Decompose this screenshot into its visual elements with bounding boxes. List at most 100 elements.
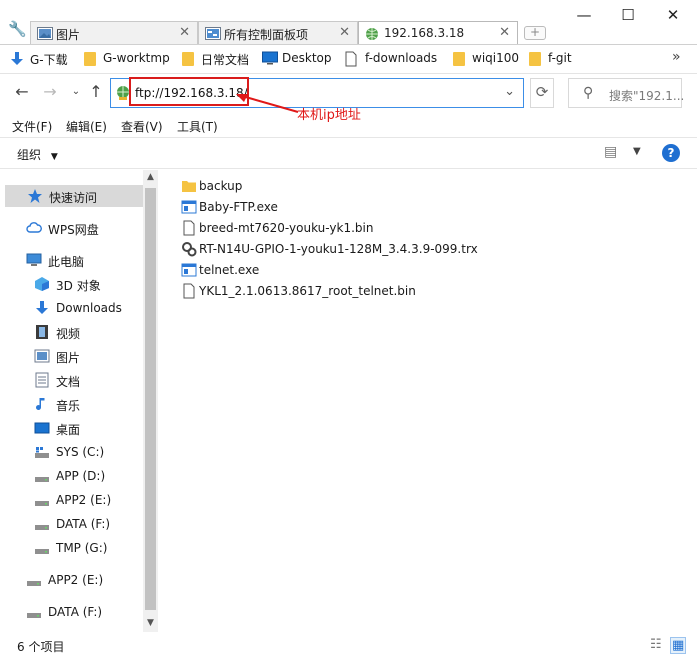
- nav-label: 视频: [56, 327, 81, 341]
- nav-label: WPS网盘: [48, 223, 99, 237]
- tab-control-panel[interactable]: 所有控制面板项 ✕: [198, 21, 358, 44]
- back-button[interactable]: ←: [12, 82, 32, 101]
- chevron-down-icon: ▼: [50, 152, 58, 162]
- nav-quick-access[interactable]: 快速访问: [5, 185, 143, 207]
- file-icon: [181, 283, 197, 299]
- bookmark-g-worktmp[interactable]: G-worktmp: [83, 51, 170, 67]
- file-name: RT-N14U-GPIO-1-youku1-128M_3.4.3.9-099.t…: [199, 242, 478, 256]
- computer-icon: [26, 252, 42, 268]
- nav-label: APP2 (E:): [48, 573, 104, 587]
- cube-3d-icon: [34, 276, 50, 292]
- wrench-icon[interactable]: 🔧: [8, 20, 27, 38]
- menu-tools[interactable]: 工具(T): [177, 118, 218, 135]
- bookmark-g-download[interactable]: G-下载: [10, 51, 68, 67]
- view-options-icon[interactable]: ▤: [604, 144, 617, 160]
- up-button[interactable]: ↑: [86, 82, 106, 101]
- details-view-icon[interactable]: ☷: [650, 637, 662, 652]
- scrollbar-thumb[interactable]: [145, 188, 156, 610]
- tab-close-icon[interactable]: ✕: [339, 25, 350, 40]
- file-name: Baby-FTP.exe: [199, 200, 278, 214]
- file-name: YKL1_2.1.0613.8617_root_telnet.bin: [199, 284, 416, 298]
- tab-pictures[interactable]: 图片 ✕: [30, 21, 198, 44]
- scroll-up-icon[interactable]: ▲: [143, 172, 158, 182]
- tab-label: 192.168.3.18: [384, 26, 465, 40]
- refresh-button[interactable]: ⟳: [530, 78, 554, 108]
- nav-drive-g[interactable]: TMP (G:): [34, 537, 140, 559]
- menu-file[interactable]: 文件(F): [12, 118, 52, 135]
- nav-videos[interactable]: 视频: [34, 321, 140, 343]
- nav-label: 此电脑: [48, 255, 85, 269]
- address-highlight-box: [129, 77, 249, 106]
- pictures-folder-icon: [37, 27, 53, 43]
- tab-strip: 🔧 图片 ✕ 所有控制面板项 ✕ 192.168.3.18 ✕ + — ☐ ✕: [0, 0, 697, 45]
- nav-drive-e[interactable]: APP2 (E:): [34, 489, 140, 511]
- nav-downloads[interactable]: Downloads: [34, 297, 140, 319]
- drive-icon: [26, 604, 42, 620]
- drive-icon: [34, 540, 50, 556]
- nav-this-pc[interactable]: 此电脑: [26, 249, 140, 271]
- menu-edit[interactable]: 编辑(E): [66, 118, 107, 135]
- nav-label: 文档: [56, 375, 81, 389]
- nav-pictures[interactable]: 图片: [34, 345, 140, 367]
- ftp-globe-icon: [365, 27, 379, 44]
- tab-close-icon[interactable]: ✕: [499, 25, 510, 40]
- help-icon[interactable]: ?: [662, 144, 680, 162]
- bookmark-f-downloads[interactable]: f-downloads: [345, 51, 437, 67]
- ftp-globe-icon: [116, 85, 130, 104]
- view-dropdown-icon[interactable]: ▼: [633, 146, 641, 157]
- address-dropdown-icon[interactable]: ⌄: [504, 84, 515, 99]
- minimize-button[interactable]: —: [574, 6, 594, 24]
- pictures-icon: [34, 348, 50, 364]
- nav-desktop[interactable]: 桌面: [34, 417, 140, 439]
- menu-bar: 文件(F) 编辑(E) 查看(V) 工具(T): [0, 113, 697, 137]
- nav-drive-c[interactable]: SYS (C:): [34, 441, 140, 463]
- maximize-button[interactable]: ☐: [618, 6, 638, 24]
- bookmark-f-git[interactable]: f-git: [528, 51, 572, 67]
- folder-icon: [181, 51, 195, 70]
- more-bookmarks-icon[interactable]: »: [672, 49, 681, 65]
- bookmark-label: G-worktmp: [103, 51, 170, 65]
- bookmark-desktop[interactable]: Desktop: [262, 51, 332, 67]
- nav-label: 音乐: [56, 399, 81, 413]
- system-drive-icon: [34, 444, 50, 460]
- nav-drive-f[interactable]: DATA (F:): [34, 513, 140, 535]
- bookmark-wiqi100[interactable]: wiqi100: [452, 51, 519, 67]
- control-panel-icon: [205, 27, 221, 43]
- nav-network-drive-e[interactable]: APP2 (E:): [26, 569, 140, 591]
- nav-label: APP (D:): [56, 469, 106, 483]
- nav-label: 图片: [56, 351, 81, 365]
- scroll-down-icon[interactable]: ▼: [143, 618, 158, 628]
- nav-pane-scrollbar[interactable]: ▲ ▼: [143, 170, 158, 632]
- new-tab-button[interactable]: +: [524, 26, 546, 40]
- nav-drive-d[interactable]: APP (D:): [34, 465, 140, 487]
- close-button[interactable]: ✕: [663, 6, 683, 24]
- tab-close-icon[interactable]: ✕: [179, 25, 190, 40]
- nav-documents[interactable]: 文档: [34, 369, 140, 391]
- folder-icon: [181, 178, 197, 194]
- bookmark-label: 日常文档: [201, 53, 250, 67]
- bookmark-label: f-downloads: [365, 51, 438, 65]
- star-icon: [27, 188, 43, 204]
- file-name: breed-mt7620-youku-yk1.bin: [199, 221, 374, 235]
- organize-button[interactable]: 组织 ▼: [17, 146, 58, 163]
- folder-icon: [452, 51, 466, 70]
- nav-music[interactable]: 音乐: [34, 393, 140, 415]
- cloud-icon: [26, 220, 42, 236]
- bookmark-label: Desktop: [282, 51, 332, 65]
- item-count: 6 个项目: [17, 640, 65, 654]
- large-icons-view-icon[interactable]: ▦: [670, 637, 687, 654]
- search-box[interactable]: ⚲ 搜索"192.1...: [568, 78, 684, 108]
- bookmarks-bar: G-下载 G-worktmp 日常文档 Desktop f-downloads …: [0, 44, 697, 72]
- tab-ftp[interactable]: 192.168.3.18 ✕: [358, 21, 518, 45]
- nav-label: DATA (F:): [48, 605, 103, 619]
- forward-button[interactable]: →: [40, 82, 60, 101]
- recent-locations-dropdown-icon[interactable]: ⌄: [66, 86, 86, 97]
- music-note-icon: [34, 396, 50, 412]
- search-icon: ⚲: [583, 85, 594, 101]
- nav-wps-cloud[interactable]: WPS网盘: [26, 217, 140, 239]
- nav-network-drive-f[interactable]: DATA (F:): [26, 601, 140, 623]
- bookmark-label: G-下载: [30, 53, 68, 67]
- bookmark-daily-docs[interactable]: 日常文档: [181, 51, 249, 67]
- menu-view[interactable]: 查看(V): [121, 118, 163, 135]
- nav-3d-objects[interactable]: 3D 对象: [34, 273, 140, 295]
